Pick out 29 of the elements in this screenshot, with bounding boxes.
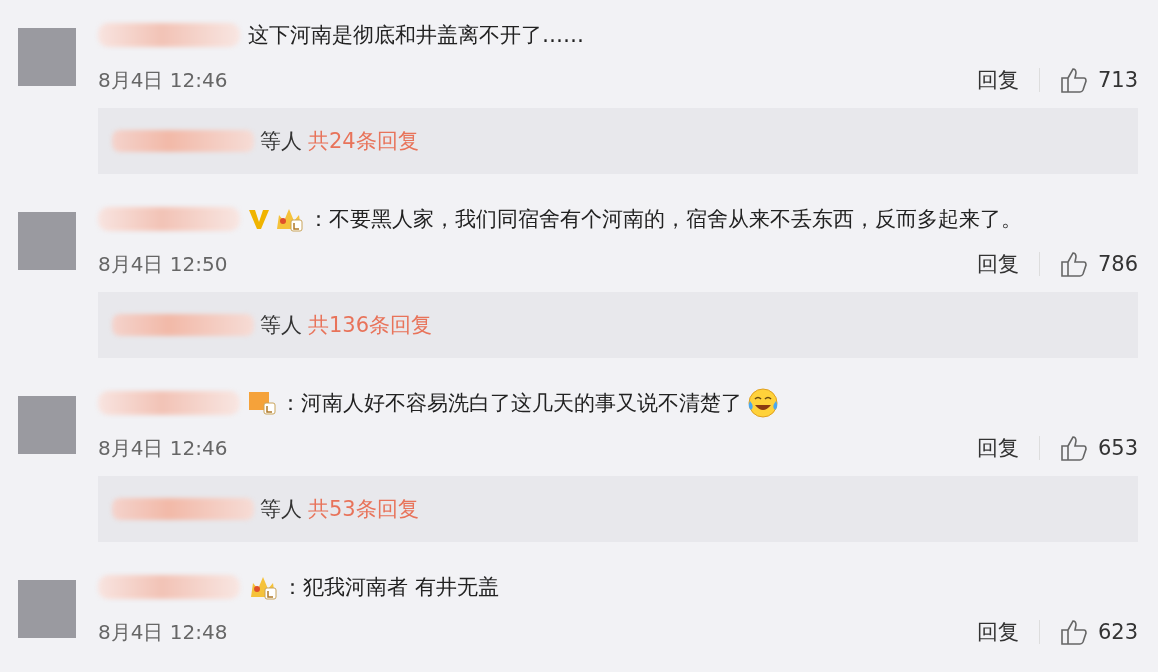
like-button[interactable]: 713 — [1059, 66, 1138, 94]
like-button[interactable]: 653 — [1059, 434, 1138, 462]
member-level-icon — [248, 390, 276, 416]
comment-time: 8月4日 12:46 — [98, 66, 229, 94]
thumbs-up-icon — [1059, 618, 1088, 646]
like-button[interactable]: 623 — [1059, 618, 1138, 646]
comment-text: ：河南人好不容易洗白了这几天的事又说不清楚了 — [280, 390, 742, 417]
like-button[interactable]: 786 — [1059, 250, 1138, 278]
avatar-placeholder[interactable] — [18, 396, 76, 454]
comment-time: 8月4日 12:50 — [98, 250, 229, 278]
comment-time: 8月4日 12:46 — [98, 434, 229, 462]
reply-summary-text: 等人 — [260, 496, 302, 523]
reply-button[interactable]: 回复 — [976, 618, 1019, 646]
comment-text: ：不要黑人家，我们同宿舍有个河南的，宿舍从来不丢东西，反而多起来了。 — [308, 206, 1022, 233]
reply-summary-text: 等人 — [260, 128, 302, 155]
avatar-placeholder[interactable] — [18, 580, 76, 638]
reply-button[interactable]: 回复 — [976, 66, 1019, 94]
reply-button[interactable]: 回复 — [976, 434, 1019, 462]
avatar-placeholder[interactable] — [18, 28, 76, 86]
verified-v-icon — [248, 207, 270, 231]
thumbs-up-icon — [1059, 250, 1088, 278]
thumbs-up-icon — [1059, 434, 1088, 462]
reply-summary-text: 等人 — [260, 312, 302, 339]
comment-text: 这下河南是彻底和井盖离不开了…… — [248, 22, 584, 49]
reply-button[interactable]: 回复 — [976, 250, 1019, 278]
comment-time: 8月4日 12:48 — [98, 618, 229, 646]
thumbs-up-icon — [1059, 66, 1088, 94]
comment-text: ：犯我河南者 有井无盖 — [282, 574, 499, 601]
avatar-placeholder[interactable] — [18, 212, 76, 270]
